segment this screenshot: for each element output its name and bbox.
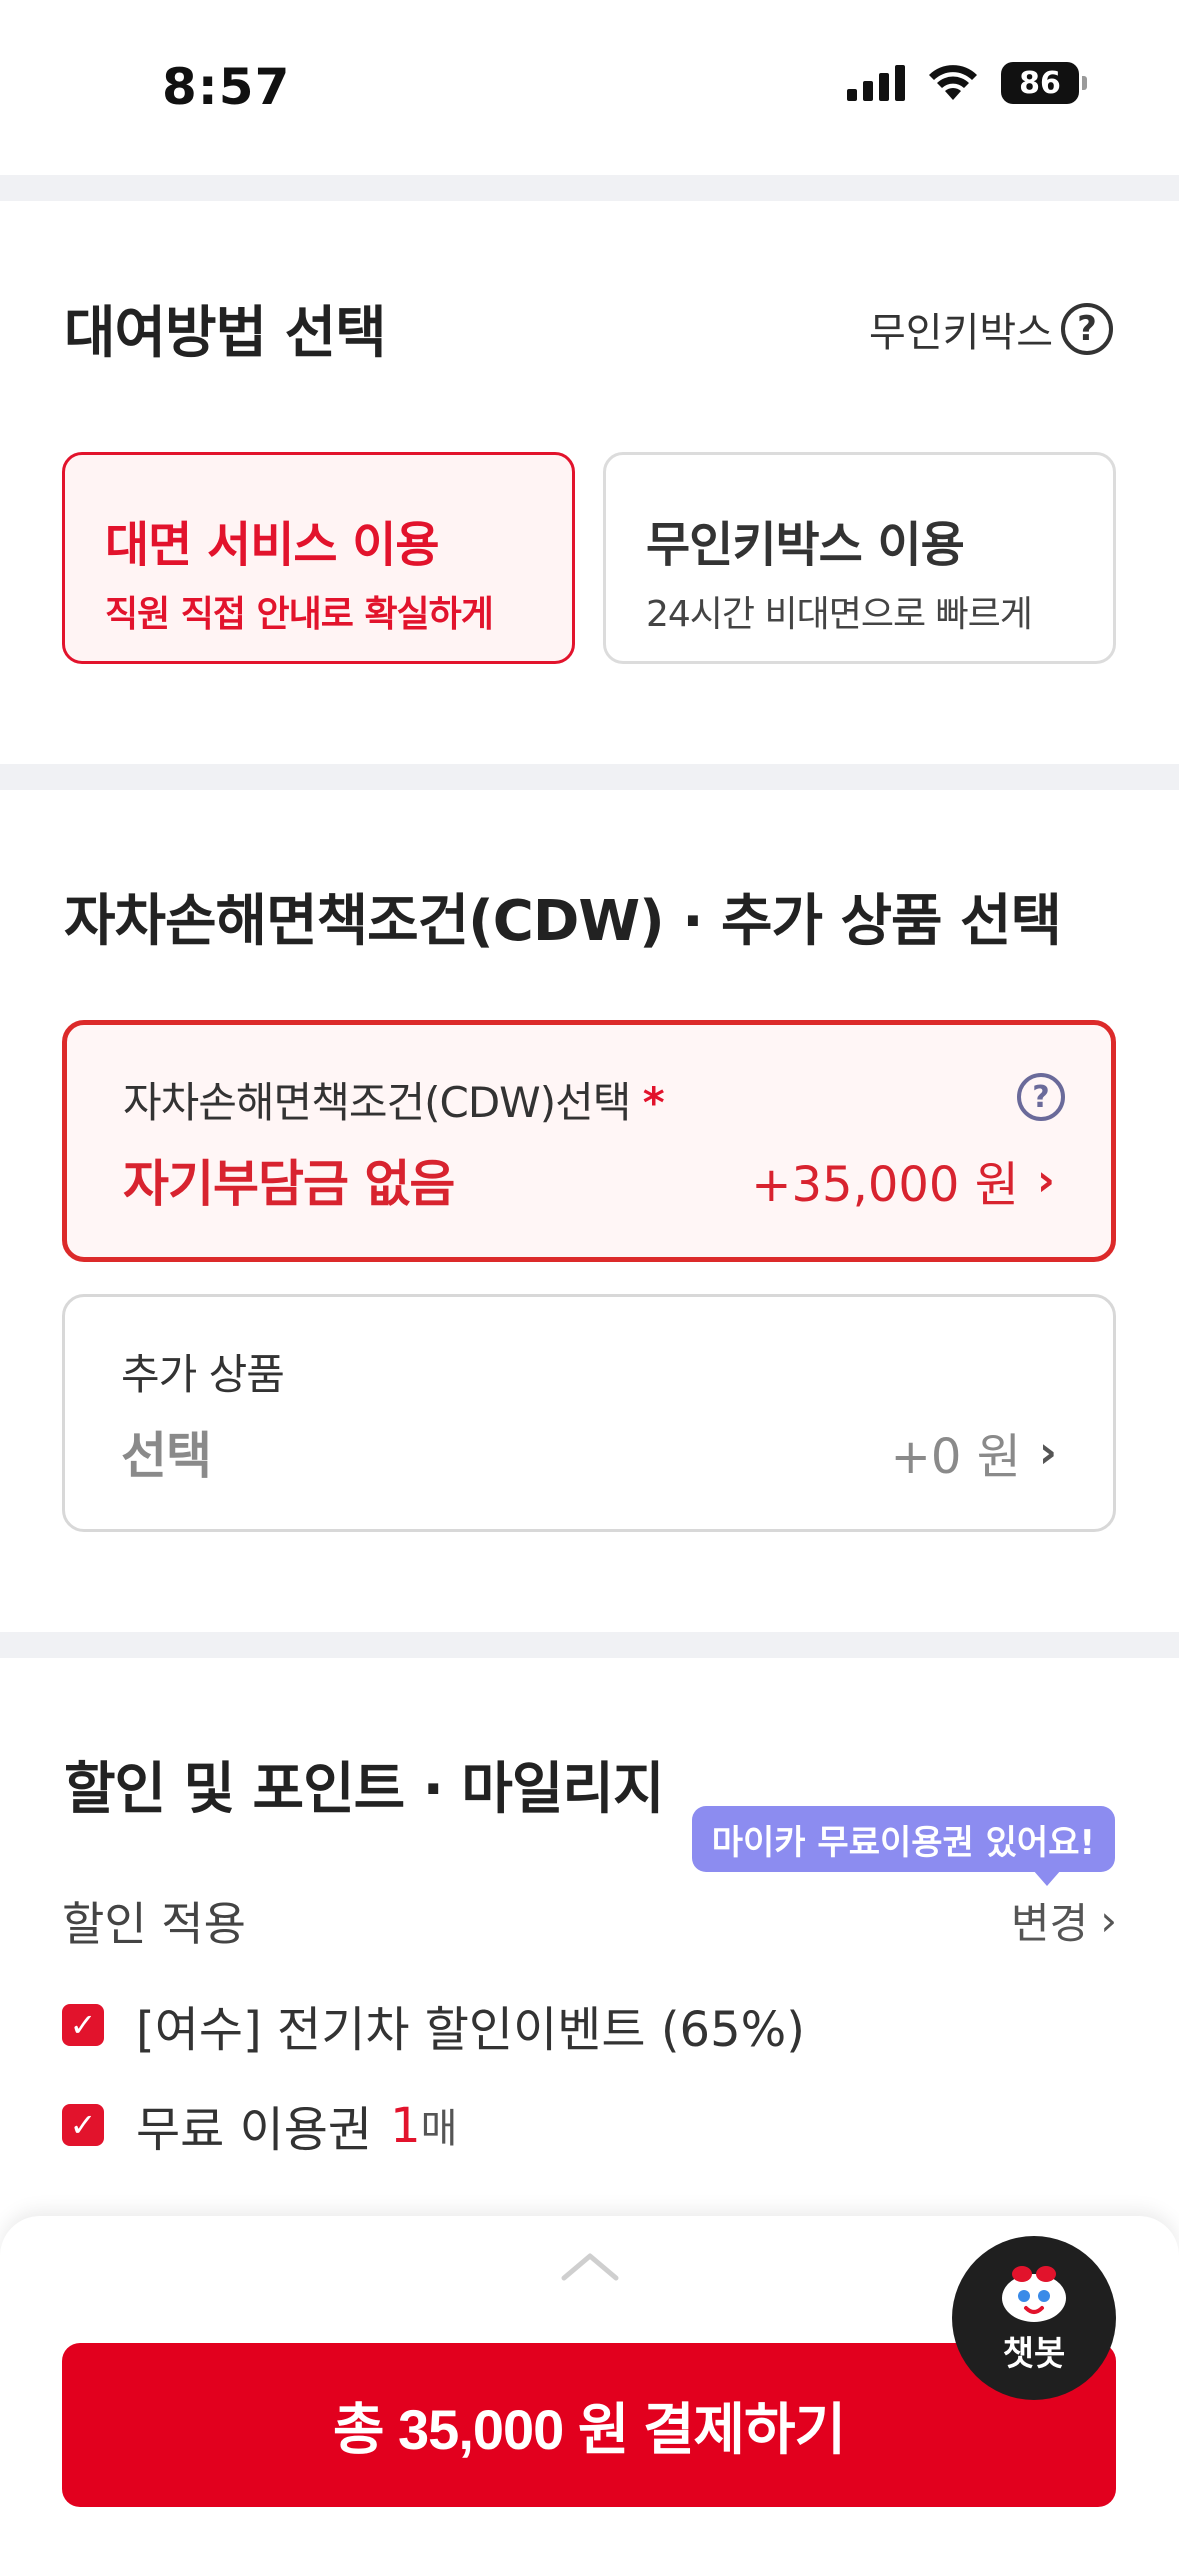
status-bar: 8:57 86 [0, 0, 1179, 175]
section-divider [0, 175, 1179, 201]
status-icons: 86 [847, 62, 1087, 104]
addon-price: +0 원 [890, 1429, 1021, 1485]
addon-value-row: 선택 +0 원 › [121, 1416, 1057, 1488]
checkbox-checked-icon[interactable]: ✓ [62, 2004, 104, 2046]
section-divider [0, 764, 1179, 790]
addon-price-group: +0 원 › [891, 1417, 1057, 1487]
discount-item-label: 무료 이용권 [136, 2102, 373, 2158]
keybox-help-link[interactable]: 무인키박스 ? [869, 300, 1113, 358]
cellular-signal-icon [847, 65, 905, 101]
discount-apply-label: 할인 적용 [62, 1897, 246, 1951]
rental-method-title: 대여방법 선택 [64, 301, 387, 366]
pay-button[interactable]: 총 35,000 원 결제하기 [62, 2343, 1116, 2507]
discount-change-link[interactable]: 변경 › [1011, 1890, 1117, 1951]
battery-level: 86 [1019, 65, 1061, 101]
option-subtitle: 24시간 비대면으로 빠르게 [646, 594, 1033, 635]
free-pass-count: 1 [390, 2098, 421, 2154]
option-title: 무인키박스 이용 [646, 517, 965, 573]
question-icon[interactable]: ? [1017, 1073, 1065, 1121]
checkbox-checked-icon[interactable]: ✓ [62, 2104, 104, 2146]
wifi-icon [929, 65, 977, 100]
cdw-value-row: 자기부담금 없음 +35,000 원 › [123, 1144, 1055, 1216]
discount-item-label: [여수] 전기차 할인이벤트 (65%) [136, 2002, 805, 2058]
discount-item-event[interactable]: ✓ [여수] 전기차 할인이벤트 (65%) [62, 1990, 805, 2060]
battery-icon: 86 [1001, 62, 1087, 104]
chevron-right-icon: › [1100, 1896, 1117, 1945]
cdw-label: 자차손해면책조건(CDW)선택 * [123, 1069, 1055, 1130]
addon-value: 선택 [121, 1427, 212, 1485]
cdw-price: +35,000 원 [751, 1157, 1019, 1213]
status-time: 8:57 [162, 58, 291, 116]
chevron-right-icon: › [1038, 1426, 1057, 1478]
section-divider [0, 1632, 1179, 1658]
chatbot-button[interactable]: 챗봇 [952, 2236, 1116, 2400]
free-pass-unit: 매 [420, 2106, 458, 2152]
cdw-section-title: 자차손해면책조건(CDW) · 추가 상품 선택 [64, 889, 1062, 954]
discount-item-free-pass[interactable]: ✓ 무료 이용권 1매 [62, 2090, 457, 2160]
keybox-help-label: 무인키박스 [869, 310, 1053, 356]
option-title: 대면 서비스 이용 [105, 517, 440, 573]
addon-label: 추가 상품 [121, 1350, 285, 1399]
cdw-price-group: +35,000 원 › [751, 1145, 1055, 1215]
addon-select-card[interactable]: 추가 상품 선택 +0 원 › [62, 1294, 1116, 1532]
free-pass-tooltip: 마이카 무료이용권 있어요! [691, 1806, 1115, 1886]
cdw-label-text: 자차손해면책조건(CDW)선택 [123, 1078, 631, 1127]
question-icon: ? [1061, 303, 1113, 355]
discount-section-title: 할인 및 포인트 · 마일리지 [64, 1757, 664, 1822]
free-pass-count-group: 1매 [390, 2096, 457, 2154]
option-keybox[interactable]: 무인키박스 이용 24시간 비대면으로 빠르게 [603, 452, 1116, 664]
cdw-value: 자기부담금 없음 [123, 1155, 455, 1213]
change-label: 변경 [1010, 1899, 1089, 1948]
option-face-to-face[interactable]: 대면 서비스 이용 직원 직접 안내로 확실하게 [62, 452, 575, 664]
chatbot-mascot-icon [1002, 2265, 1066, 2322]
required-mark: * [642, 1078, 665, 1127]
chatbot-label: 챗봇 [1002, 2333, 1066, 2374]
chevron-up-icon[interactable] [560, 2246, 620, 2286]
option-subtitle: 직원 직접 안내로 확실하게 [105, 594, 494, 635]
cdw-select-card[interactable]: 자차손해면책조건(CDW)선택 * ? 자기부담금 없음 +35,000 원 › [62, 1020, 1116, 1262]
chevron-right-icon: › [1036, 1154, 1055, 1206]
